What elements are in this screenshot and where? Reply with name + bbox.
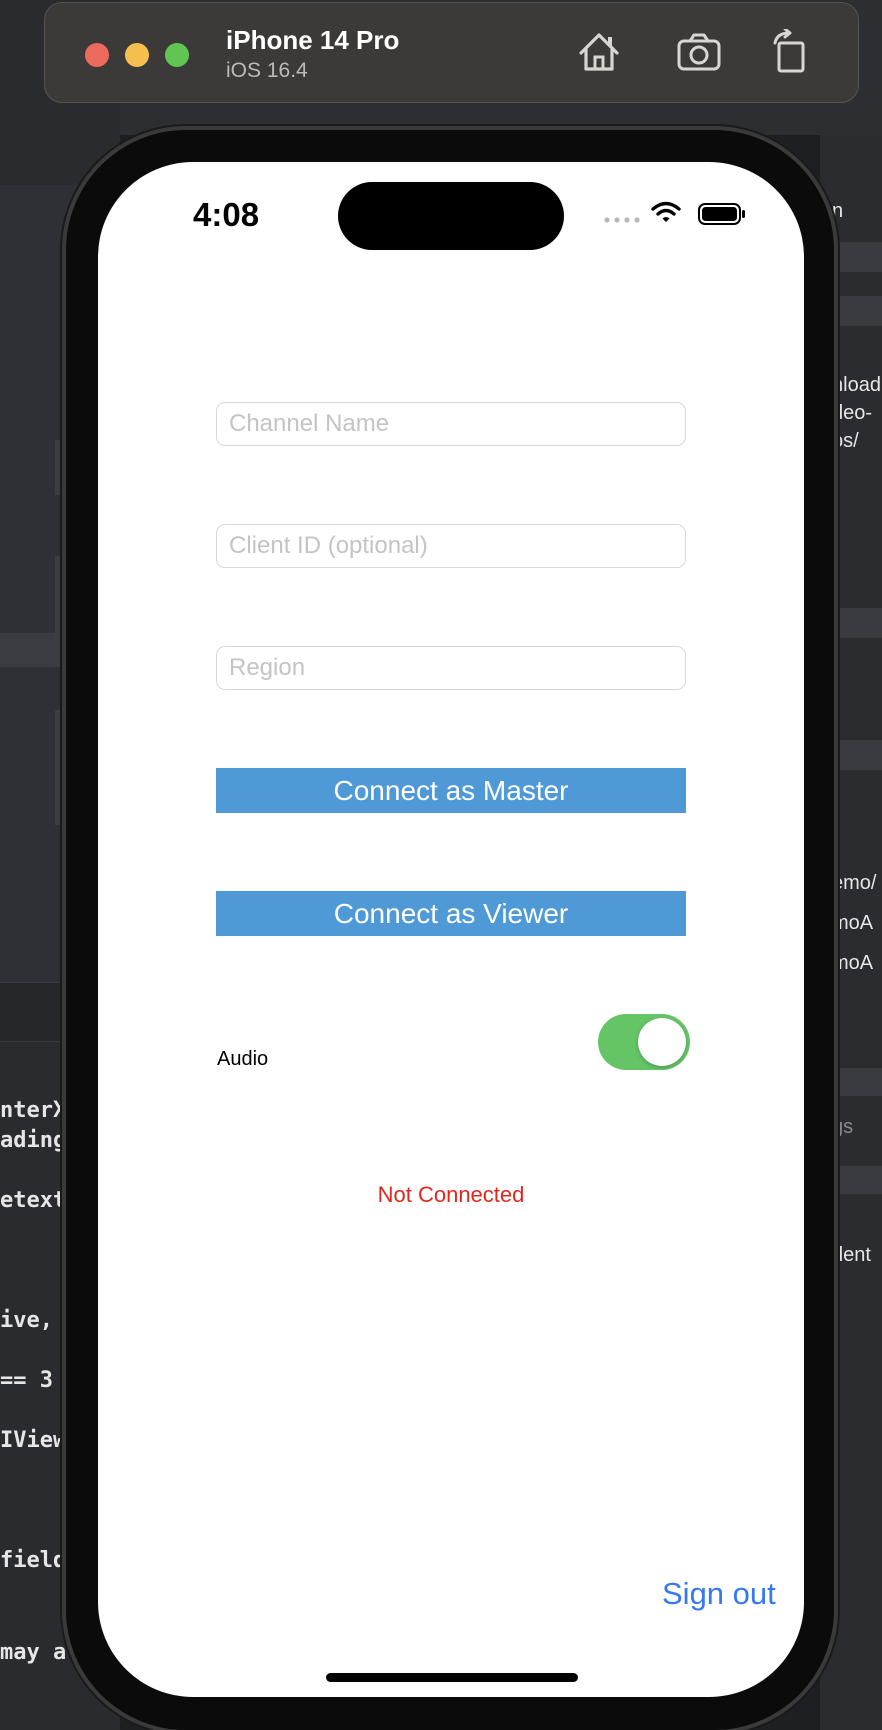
desktop: one nterX ading etext ive, == 3 IView fi… <box>0 0 882 1730</box>
channel-name-input[interactable] <box>216 402 686 446</box>
dynamic-island <box>338 182 564 250</box>
code-line: ading <box>0 1128 67 1153</box>
code-line: etext <box>0 1188 67 1213</box>
inspector-text: gs <box>832 1116 854 1138</box>
sign-out-button[interactable]: Sign out <box>662 1576 776 1612</box>
connect-as-master-button[interactable]: Connect as Master <box>216 768 686 813</box>
region-input[interactable] <box>216 646 686 690</box>
audio-toggle[interactable] <box>598 1014 690 1070</box>
xcode-gutter-mark <box>55 440 65 495</box>
battery-icon <box>698 203 745 225</box>
inspector-text: emo/ <box>832 872 877 894</box>
code-line: IView <box>0 1428 67 1453</box>
wifi-icon <box>651 201 681 222</box>
status-time: 4:08 <box>193 196 260 233</box>
inspector-text: n <box>832 200 844 222</box>
simulator-titlebar: iPhone 14 Pro iOS 16.4 <box>44 2 859 103</box>
client-id-input[interactable] <box>216 524 686 568</box>
device-name: iPhone 14 Pro <box>226 25 400 55</box>
zoom-window-button[interactable] <box>165 43 189 67</box>
xcode-gutter-mark <box>55 556 65 666</box>
toggle-knob <box>638 1018 686 1066</box>
code-line: ive, <box>0 1308 53 1333</box>
screenshot-camera-icon[interactable] <box>675 29 723 75</box>
inspector-text: os/ <box>832 430 859 452</box>
cellular-signal-icon <box>604 217 640 223</box>
device-os-version: iOS 16.4 <box>226 59 308 82</box>
home-indicator[interactable] <box>326 1673 578 1682</box>
iphone-screen: 4:08 Connect as Master Connect as Viewer… <box>98 162 804 1697</box>
code-line: field <box>0 1548 67 1573</box>
inspector-text: moA <box>832 952 874 974</box>
xcode-gutter-mark <box>55 710 65 825</box>
code-line: nterX <box>0 1098 67 1123</box>
connection-status: Not Connected <box>377 1182 525 1207</box>
code-line: may al <box>0 1640 70 1665</box>
minimize-window-button[interactable] <box>125 43 149 67</box>
audio-label: Audio <box>217 1048 269 1070</box>
connect-as-viewer-button[interactable]: Connect as Viewer <box>216 891 686 936</box>
inspector-text: dent <box>832 1244 871 1266</box>
home-icon[interactable] <box>575 29 623 75</box>
rotate-device-icon[interactable] <box>767 29 815 75</box>
code-line: == 3 <box>0 1368 53 1393</box>
inspector-text: moA <box>832 912 874 934</box>
inspector-text: nload <box>832 374 881 396</box>
close-window-button[interactable] <box>85 43 109 67</box>
inspector-text: deo- <box>832 402 873 424</box>
